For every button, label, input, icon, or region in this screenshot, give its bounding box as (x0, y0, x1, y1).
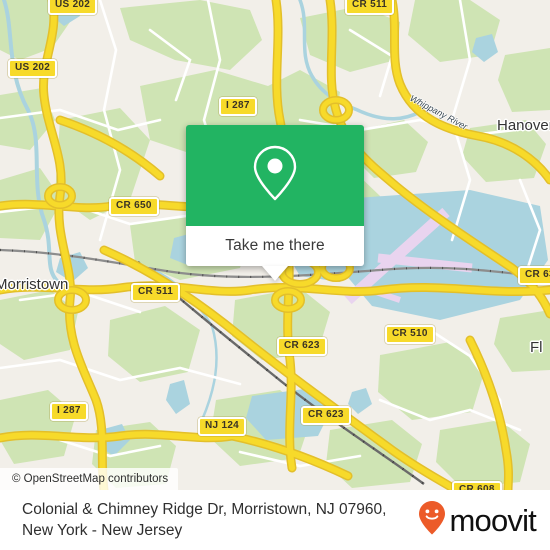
card-pointer-tail (262, 266, 288, 281)
osm-attribution-text: © OpenStreetMap contributors (12, 473, 169, 485)
footer-bar: Colonial & Chimney Ridge Dr, Morristown,… (0, 490, 550, 550)
moovit-smiley-pin-icon (417, 500, 447, 541)
location-info-card[interactable]: Take me there (186, 125, 364, 281)
card-icon-area (186, 125, 364, 226)
road-shield: NJ 124 (198, 417, 247, 436)
road-shield: CR 650 (109, 197, 159, 216)
card-action-area[interactable]: Take me there (186, 226, 364, 281)
map-screenshot: US 202 US 202 I 287 CR 511 CR 650 CR 511… (0, 0, 550, 550)
road-shield: I 287 (219, 97, 257, 116)
road-shield: CR 511 (131, 283, 181, 302)
moovit-wordmark: moovit (449, 502, 536, 538)
road-shield: CR 510 (385, 325, 435, 344)
moovit-logo[interactable]: moovit (417, 500, 550, 541)
road-shield: CR 63 (518, 266, 550, 285)
place-label-morristown: Morristown (0, 276, 69, 293)
road-shield: CR 511 (345, 0, 395, 15)
place-label-florham-park: Fl (530, 339, 543, 356)
road-shield: CR 623 (277, 337, 327, 356)
address-line-1: Colonial & Chimney Ridge Dr, Morristown,… (22, 501, 387, 518)
address-caption: Colonial & Chimney Ridge Dr, Morristown,… (0, 499, 417, 541)
location-pin-icon (251, 143, 299, 208)
road-shield: CR 623 (301, 406, 351, 425)
road-shield: I 287 (50, 402, 88, 421)
take-me-there-button[interactable]: Take me there (225, 237, 325, 255)
road-shield: US 202 (48, 0, 98, 15)
road-shield: US 202 (8, 59, 58, 78)
place-label-hanover: Hanover (497, 117, 550, 134)
address-line-2: New York - New Jersey (22, 522, 183, 539)
road-shield: CR 608 (452, 481, 502, 490)
osm-attribution[interactable]: © OpenStreetMap contributors (0, 468, 179, 490)
